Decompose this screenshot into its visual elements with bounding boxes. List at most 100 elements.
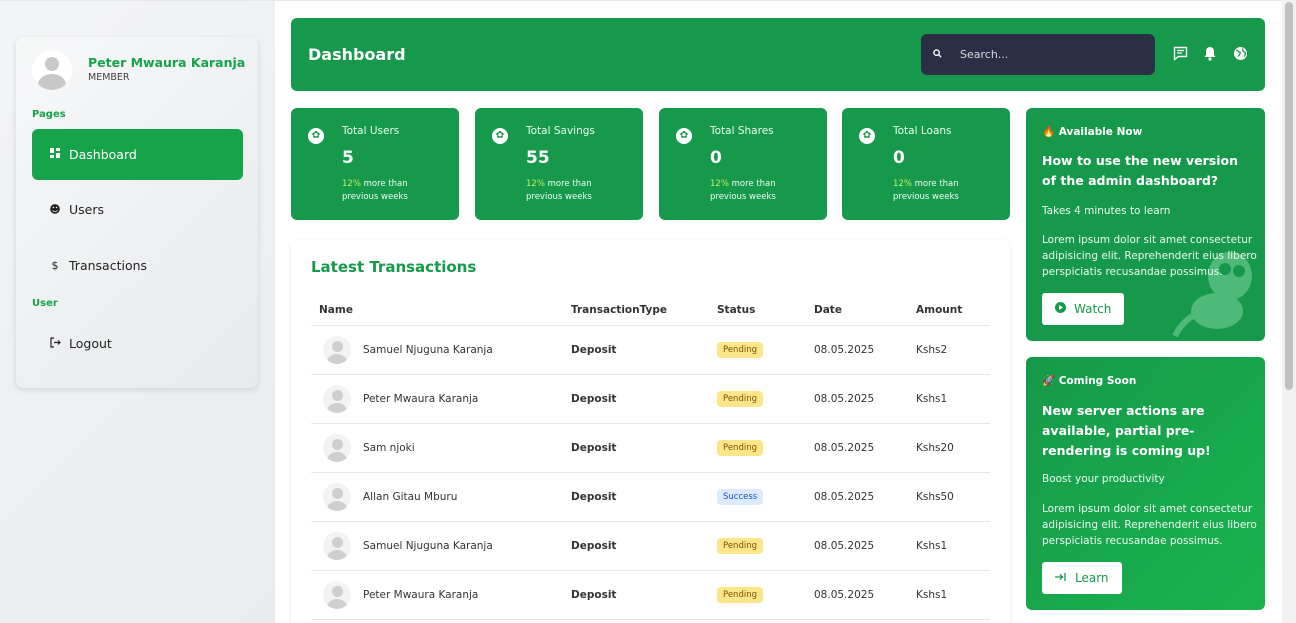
promo-body: Lorem ipsum dolor sit amet consectetur a… <box>1042 234 1257 278</box>
palette-icon: ✿ <box>308 128 324 144</box>
sidebar-item-logout[interactable]: Logout <box>32 318 243 369</box>
row-name: Samuel Njuguna Karanja <box>363 540 493 552</box>
stat-note: 12% more than previous weeks <box>342 179 408 202</box>
table-row[interactable]: Samuel Njuguna Karanja Deposit Pending 0… <box>311 326 990 375</box>
palette-icon: ✿ <box>492 128 508 144</box>
stat-label: Total Shares <box>710 125 774 137</box>
promo-title: New server actions are available, partia… <box>1042 403 1211 458</box>
stat-value: 55 <box>526 148 550 168</box>
dollar-icon: $ <box>51 259 59 272</box>
grid-icon <box>48 148 62 161</box>
promo-title: How to use the new version of the admin … <box>1042 153 1239 188</box>
promo-subtitle: Boost your productivity <box>1042 473 1165 485</box>
row-date: 08.05.2025 <box>814 344 875 356</box>
avatar <box>323 581 351 609</box>
status-badge: Success <box>717 489 764 505</box>
row-name: Sam njoki <box>363 442 415 454</box>
avatar <box>323 532 351 560</box>
status-badge: Pending <box>717 391 763 407</box>
stat-card-shares[interactable]: ✿ Total Shares 0 12% more than previous … <box>659 108 827 220</box>
row-type: Deposit <box>571 589 617 601</box>
sidebar-item-dashboard[interactable]: Dashboard <box>32 129 243 180</box>
learn-button[interactable]: Learn <box>1042 562 1122 594</box>
sidebar-item-users[interactable]: ☻ Users <box>32 184 243 235</box>
sidebar: Peter Mwaura Karanja MEMBER Pages Dashbo… <box>16 37 258 388</box>
section-label-pages: Pages <box>32 109 66 120</box>
top-header: Dashboard <box>291 18 1265 91</box>
column-header-name[interactable]: Name <box>319 294 353 325</box>
stat-note: 12% more than previous weeks <box>893 179 959 202</box>
row-amount: Kshs1 <box>916 540 948 552</box>
play-icon <box>1055 302 1066 316</box>
table-row[interactable]: Peter Mwaura Karanja Deposit Pending 08.… <box>311 571 990 620</box>
search-box[interactable] <box>921 34 1155 75</box>
scrollbar-thumb[interactable] <box>1285 2 1293 390</box>
profile-role: MEMBER <box>88 72 130 83</box>
palette-icon: ✿ <box>676 128 692 144</box>
row-type: Deposit <box>571 540 617 552</box>
users-icon: ☻ <box>49 203 61 216</box>
row-amount: Kshs2 <box>916 344 948 356</box>
column-header-amount[interactable]: Amount <box>916 294 962 325</box>
watch-button[interactable]: Watch <box>1042 293 1125 325</box>
row-date: 08.05.2025 <box>814 442 875 454</box>
row-name: Allan Gitau Mburu <box>363 491 458 503</box>
search-icon <box>933 48 947 61</box>
promo-card-coming-soon: 🚀 Coming Soon New server actions are ava… <box>1026 357 1265 610</box>
status-badge: Pending <box>717 538 763 554</box>
search-input[interactable] <box>960 48 1140 61</box>
stat-card-users[interactable]: ✿ Total Users 5 12% more than previous w… <box>291 108 459 220</box>
avatar <box>32 50 72 90</box>
table-row[interactable]: Peter Mwaura Karanja Deposit Pending 08.… <box>311 375 990 424</box>
row-amount: Kshs1 <box>916 589 948 601</box>
stat-label: Total Loans <box>893 125 952 137</box>
logout-icon <box>48 336 62 351</box>
stat-value: 5 <box>342 148 354 168</box>
row-name: Peter Mwaura Karanja <box>363 393 479 405</box>
column-header-date[interactable]: Date <box>814 294 842 325</box>
profile-name: Peter Mwaura Karanja <box>88 55 246 70</box>
sidebar-item-label: Transactions <box>69 258 148 273</box>
row-amount: Kshs20 <box>916 442 954 454</box>
table-row[interactable]: Allan Gitau Mburu Deposit Success 08.05.… <box>311 473 990 522</box>
column-header-type[interactable]: TransactionType <box>571 294 667 325</box>
stat-note: 12% more than previous weeks <box>710 179 776 202</box>
scrollbar[interactable] <box>1282 0 1296 623</box>
row-amount: Kshs50 <box>916 491 954 503</box>
row-type: Deposit <box>571 442 617 454</box>
table-header: Name TransactionType Status Date Amount <box>311 294 990 326</box>
arrow-in-icon <box>1055 572 1067 585</box>
column-header-status[interactable]: Status <box>717 294 755 325</box>
promo-tag: 🚀 Coming Soon <box>1042 375 1137 387</box>
section-label-user: User <box>32 298 58 309</box>
avatar <box>323 385 351 413</box>
stat-note: 12% more than previous weeks <box>526 179 592 202</box>
row-amount: Kshs1 <box>916 393 948 405</box>
learn-button-label: Learn <box>1075 571 1109 585</box>
row-date: 08.05.2025 <box>814 589 875 601</box>
row-date: 08.05.2025 <box>814 540 875 552</box>
profile[interactable]: Peter Mwaura Karanja MEMBER <box>32 50 245 90</box>
status-badge: Pending <box>717 587 763 603</box>
stat-value: 0 <box>710 148 722 168</box>
sidebar-item-transactions[interactable]: $ Transactions <box>32 240 243 291</box>
row-type: Deposit <box>571 344 617 356</box>
stat-label: Total Users <box>342 125 400 137</box>
avatar <box>323 483 351 511</box>
bell-icon[interactable] <box>1202 46 1218 62</box>
table-row[interactable]: Samuel Njuguna Karanja Deposit Pending 0… <box>311 522 990 571</box>
transactions-table: Name TransactionType Status Date Amount … <box>311 294 990 620</box>
transactions-title: Latest Transactions <box>311 258 477 276</box>
promo-tag: 🔥 Available Now <box>1042 126 1143 138</box>
row-type: Deposit <box>571 491 617 503</box>
page-title: Dashboard <box>308 45 406 64</box>
promo-subtitle: Takes 4 minutes to learn <box>1042 205 1171 217</box>
stat-card-savings[interactable]: ✿ Total Savings 55 12% more than previou… <box>475 108 643 220</box>
avatar <box>323 336 351 364</box>
message-icon[interactable] <box>1172 46 1188 62</box>
globe-icon[interactable] <box>1232 46 1248 62</box>
stat-value: 0 <box>893 148 905 168</box>
table-row[interactable]: Sam njoki Deposit Pending 08.05.2025 Ksh… <box>311 424 990 473</box>
sidebar-item-label: Users <box>69 202 105 217</box>
stat-card-loans[interactable]: ✿ Total Loans 0 12% more than previous w… <box>842 108 1010 220</box>
